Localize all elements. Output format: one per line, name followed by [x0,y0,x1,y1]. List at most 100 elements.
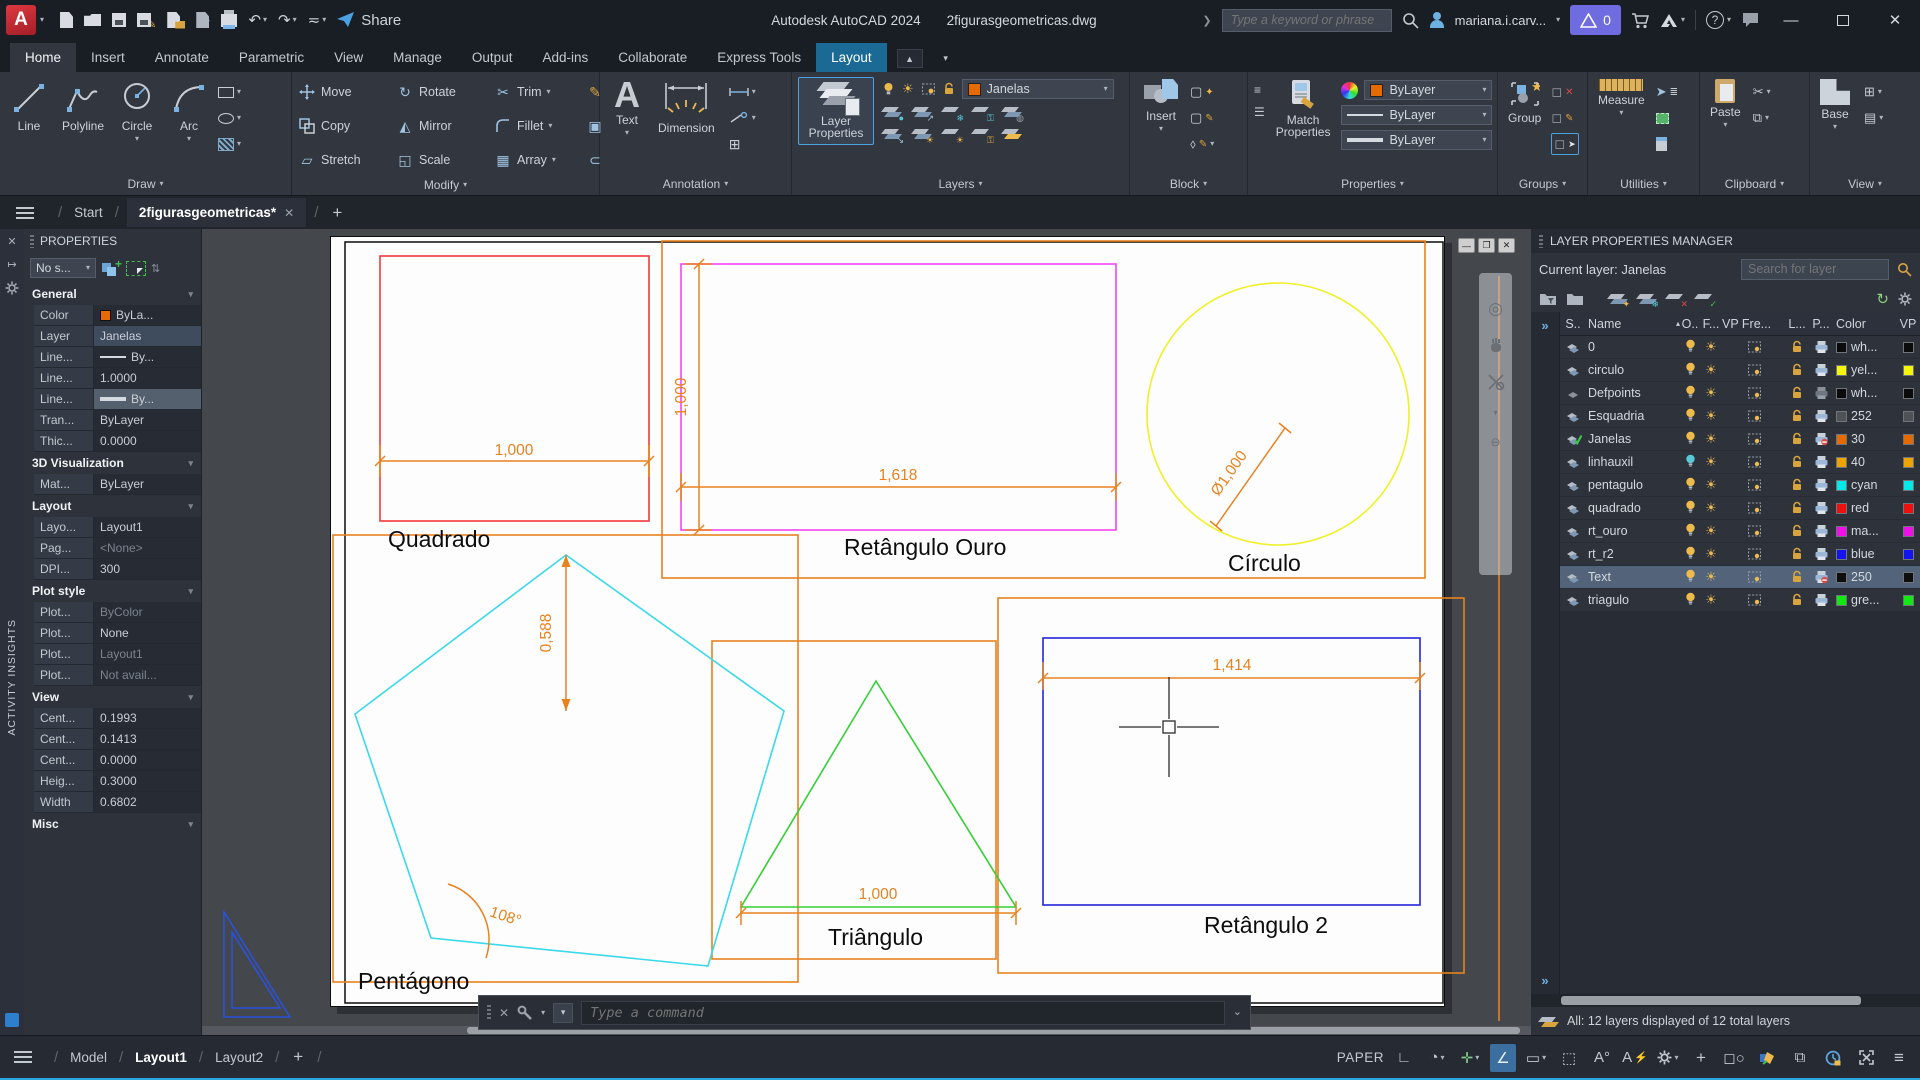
navigation-bar[interactable]: ◎ ▾ ⊖ [1479,273,1512,575]
command-line[interactable]: ✕ ▾ ▾ ⌄ [478,995,1251,1030]
layer-vp-freeze-icon[interactable] [1722,570,1786,584]
panel-label-properties[interactable]: Properties▾ [1248,173,1497,195]
circle-button[interactable]: Circle ▾ [114,77,160,145]
layer-freeze-icon[interactable]: ☀ [1700,569,1722,585]
property-row[interactable]: ColorByLa... [34,305,201,326]
layer-on-icon[interactable] [1680,385,1700,402]
zoom-extents-icon[interactable] [1487,373,1505,391]
close-button[interactable]: ✕ [1874,1,1916,39]
pentagon[interactable] [355,555,784,966]
layer-unlock-tool[interactable]: ⚿ [972,126,992,143]
layer-name[interactable]: pentagulo [1586,478,1680,492]
property-row[interactable]: Tran...ByLayer [34,410,201,431]
layer-on-bulb-icon[interactable] [882,82,895,96]
property-value[interactable]: 0.3000 [94,771,201,791]
layer-select-dropdown[interactable]: Janelas ▾ [962,79,1114,99]
layer-freeze-icon[interactable]: ☀ [1700,546,1722,562]
layer-name[interactable]: triagulo [1586,593,1680,607]
layer-vp-color-cell[interactable] [1897,388,1919,399]
layer-on-icon[interactable] [1680,523,1700,540]
viewport-config-button[interactable]: ⊞▾ [1864,81,1883,103]
layer-h-scrollbar[interactable] [1531,994,1920,1007]
layer-color-cell[interactable]: cyan [1834,478,1897,492]
layer-plot-icon[interactable] [1808,501,1834,515]
layer-vp-freeze-icon[interactable] [1722,547,1786,561]
selection-dropdown[interactable]: No s...▾ [30,258,96,278]
layer-on-icon[interactable] [1680,431,1700,448]
layer-plot-icon[interactable] [1808,547,1834,561]
delete-layer-button[interactable]: ✕ [1666,290,1686,307]
layer-search-input[interactable] [1741,259,1889,280]
new-layout-button[interactable]: + [287,1047,309,1067]
layer-lock-icon[interactable] [1786,524,1808,538]
layer-status-icon[interactable] [1560,548,1586,561]
named-views-button[interactable]: ▤▾ [1864,107,1883,129]
layer-vp-freeze-icon[interactable] [1722,524,1786,538]
col-vp-freeze[interactable]: VP Fre... [1722,317,1786,331]
panel-label-block[interactable]: Block▾ [1130,173,1247,195]
property-row[interactable]: Plot...Not avail... [34,665,201,686]
cut-button[interactable]: ✂▾ [1753,81,1771,103]
property-value[interactable]: Not avail... [94,665,201,685]
property-row[interactable]: Mat...ByLayer [34,474,201,495]
layer-freeze-tool[interactable]: ❄ [942,104,962,121]
property-value[interactable]: 1.0000 [94,368,201,388]
panel-label-clipboard[interactable]: Clipboard▾ [1700,173,1809,195]
layer-color-cell[interactable]: wh... [1834,340,1897,354]
panel-label-draw[interactable]: Draw▾ [0,173,291,195]
property-row[interactable]: Line...1.0000 [34,368,201,389]
graphics-performance-icon[interactable] [1754,1044,1780,1072]
col-freeze[interactable]: F... [1700,317,1722,331]
app-menu-button[interactable]: A ▾ [6,5,44,35]
layer-color-cell[interactable]: 30 [1834,432,1897,446]
customization-icon[interactable]: ≡ [1886,1044,1912,1072]
mirror-button[interactable]: ◭Mirror [396,112,488,140]
selection-cycling-icon[interactable]: ⬚ [1556,1044,1582,1072]
property-value[interactable]: Layout1 [94,517,201,537]
layer-vp-color-cell[interactable] [1897,595,1919,606]
layer-freeze-icon[interactable]: ☀ [1700,339,1722,355]
property-row[interactable]: Pag...<None> [34,538,201,559]
nav-collapse-icon[interactable]: ⊖ [1490,435,1500,449]
property-value[interactable]: 0.0000 [94,750,201,770]
layer-name[interactable]: 0 [1586,340,1680,354]
isolate-objects-icon[interactable]: ◻○ [1721,1044,1747,1072]
layer-on-icon[interactable] [1680,569,1700,586]
layer-on-icon[interactable] [1680,339,1700,356]
layer-match-tool[interactable]: ◍ [1002,104,1022,121]
line-button[interactable]: Line [6,77,52,135]
layer-row-0[interactable]: 0 ☀ wh... [1560,336,1920,359]
stretch-button[interactable]: ▱Stretch [298,146,390,174]
square-quadrado[interactable] [380,256,649,521]
workspace-switching-icon[interactable]: + [1688,1044,1714,1072]
viewport-top[interactable] [662,241,1425,578]
layer-name[interactable]: Defpoints [1586,386,1680,400]
layer-plot-icon[interactable] [1808,432,1834,446]
layer-lock-icon[interactable] [1786,363,1808,377]
layer-color-cell[interactable]: yel... [1834,363,1897,377]
drawing-history-icon[interactable] [1820,1044,1846,1072]
section-header-3d-visualization[interactable]: 3D Visualization▾ [24,452,201,474]
ortho-mode-icon[interactable]: ∠ [1490,1044,1516,1072]
property-value[interactable]: Layout1 [94,644,201,664]
tab-manage[interactable]: Manage [378,43,457,72]
col-color[interactable]: Color [1834,317,1897,331]
property-value[interactable]: 0.1413 [94,729,201,749]
command-wrench-icon[interactable] [517,1005,533,1021]
layer-freeze-icon[interactable]: ☀ [1700,385,1722,401]
object-snap-icon[interactable]: ▭▾ [1523,1044,1549,1072]
layer-settings-gear-icon[interactable] [1898,292,1912,306]
property-row[interactable]: Line...By... [34,389,201,410]
drawing-restore-button[interactable]: ❐ [1478,238,1495,253]
redo-button[interactable]: ↷▾ [278,11,297,29]
cart-icon[interactable] [1631,12,1650,29]
tab-output[interactable]: Output [457,43,528,72]
layer-row-quadrado[interactable]: quadrado☀red [1560,497,1920,520]
layer-color-cell[interactable]: blue [1834,547,1897,561]
drawing-minimize-button[interactable]: — [1458,238,1475,253]
panel-label-view[interactable]: View▾ [1810,173,1920,195]
col-lock[interactable]: L... [1786,317,1808,331]
layer-table-header[interactable]: S.. Name▴ O.. F... VP Fre... L... P... C… [1560,312,1920,336]
layer-isolate-tool[interactable]: ↗ [912,104,932,121]
group-button[interactable]: ★ Group [1504,77,1545,127]
